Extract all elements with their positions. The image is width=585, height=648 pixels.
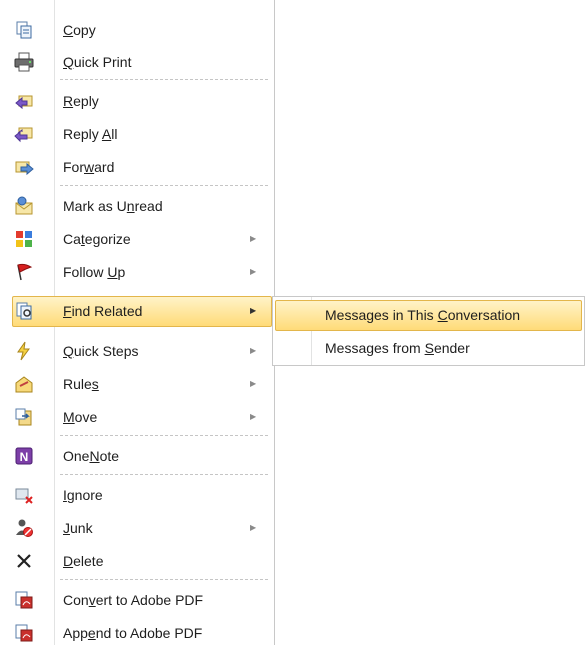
find-related-icon: [16, 302, 32, 320]
menu-separator: [60, 185, 268, 186]
forward-icon: [15, 161, 34, 176]
move-icon: [15, 408, 32, 426]
menu-item-follow-up[interactable]: Follow Up ▶: [0, 257, 274, 287]
menu-item-label: Mark as Unread: [63, 198, 163, 214]
menu-item-quick-print[interactable]: Quick Print: [0, 47, 274, 77]
quick-steps-icon: [17, 341, 30, 361]
menu-item-categorize[interactable]: Categorize ▶: [0, 224, 274, 254]
menu-item-ignore[interactable]: Ignore: [0, 480, 274, 510]
flag-icon: [17, 263, 33, 281]
menu-item-label: Forward: [63, 159, 115, 175]
submenu-item-messages-from-sender[interactable]: Messages from Sender: [275, 333, 582, 364]
rules-icon: [15, 376, 33, 393]
menu-item-reply-all[interactable]: Reply All: [0, 119, 274, 149]
menu-item-label: Reply All: [63, 126, 118, 142]
svg-text:N: N: [20, 450, 29, 464]
append-pdf-icon: [15, 624, 33, 642]
menu-item-label: Rules: [63, 376, 99, 392]
junk-icon: [16, 519, 33, 537]
mark-unread-icon: [15, 196, 33, 215]
menu-separator: [60, 79, 268, 80]
menu-item-move[interactable]: Move ▶: [0, 402, 274, 432]
menu-item-rules[interactable]: Rules ▶: [0, 369, 274, 399]
menu-item-onenote[interactable]: N OneNote: [0, 441, 274, 471]
menu-item-label: Move: [63, 409, 98, 425]
submenu-arrow-icon: ▶: [250, 306, 257, 315]
menu-item-label: Find Related: [63, 303, 143, 319]
menu-separator: [60, 474, 268, 475]
delete-icon: [17, 554, 31, 568]
menu-item-junk[interactable]: Junk ▶: [0, 513, 274, 543]
menu-item-forward[interactable]: Forward: [0, 152, 274, 182]
submenu-arrow-icon: ▶: [250, 346, 257, 355]
submenu-arrow-icon: ▶: [250, 412, 257, 421]
reply-all-icon: [14, 127, 33, 143]
find-related-submenu: Messages in This Conversation Messages f…: [272, 296, 585, 366]
menu-item-label: OneNote: [63, 448, 120, 464]
menu-item-label: Quick Steps: [63, 343, 139, 359]
menu-item-label: Junk: [63, 520, 93, 536]
copy-icon: [16, 21, 32, 39]
menu-item-label: Append to Adobe PDF: [63, 625, 203, 641]
submenu-arrow-icon: ▶: [250, 267, 257, 276]
context-menu: Copy Quick Print Reply Reply All Forward…: [0, 0, 275, 645]
menu-item-delete[interactable]: Delete: [0, 546, 274, 576]
submenu-item-label: Messages from Sender: [325, 340, 470, 356]
menu-item-label: Categorize: [63, 231, 131, 247]
menu-item-find-related[interactable]: Find Related ▶: [12, 296, 272, 327]
convert-pdf-icon: [15, 591, 33, 609]
menu-item-copy[interactable]: Copy: [0, 15, 274, 45]
reply-icon: [15, 95, 33, 110]
categorize-icon: [16, 231, 32, 247]
menu-item-reply[interactable]: Reply: [0, 86, 274, 116]
menu-item-quick-steps[interactable]: Quick Steps ▶: [0, 336, 274, 366]
printer-icon: [14, 52, 34, 72]
menu-separator: [60, 579, 268, 580]
menu-item-label: Delete: [63, 553, 104, 569]
menu-item-label: Ignore: [63, 487, 103, 503]
submenu-arrow-icon: ▶: [250, 523, 257, 532]
menu-item-label: Convert to Adobe PDF: [63, 592, 204, 608]
menu-item-mark-as-unread[interactable]: Mark as Unread: [0, 191, 274, 221]
submenu-item-label: Messages in This Conversation: [325, 307, 521, 323]
submenu-arrow-icon: ▶: [250, 379, 257, 388]
submenu-arrow-icon: ▶: [250, 234, 257, 243]
menu-item-label: Follow Up: [63, 264, 126, 280]
menu-item-label: Copy: [63, 22, 96, 38]
submenu-item-messages-in-conversation[interactable]: Messages in This Conversation: [275, 300, 582, 331]
menu-item-label: Quick Print: [63, 54, 132, 70]
onenote-icon: N: [15, 447, 33, 465]
menu-separator: [60, 435, 268, 436]
menu-item-convert-to-adobe-pdf[interactable]: Convert to Adobe PDF: [0, 585, 274, 615]
menu-item-append-to-adobe-pdf[interactable]: Append to Adobe PDF: [0, 618, 274, 648]
ignore-icon: [15, 488, 33, 504]
menu-item-label: Reply: [63, 93, 99, 109]
